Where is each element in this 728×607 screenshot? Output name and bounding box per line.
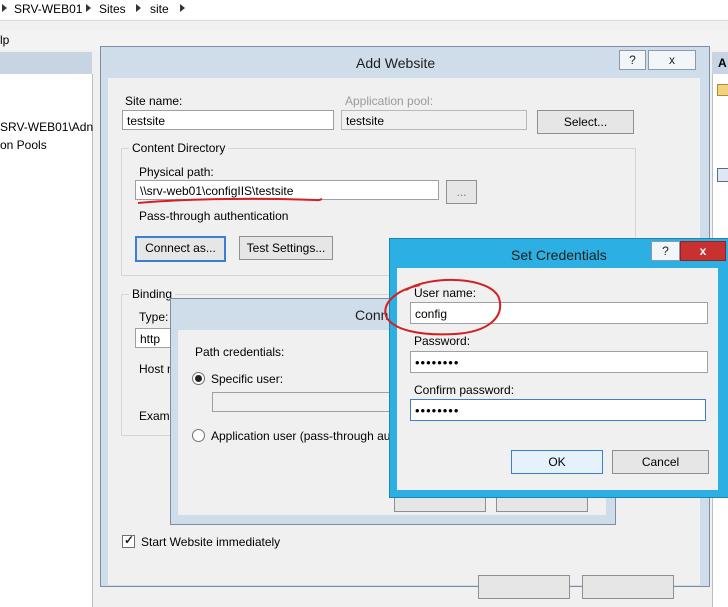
path-underline-annotation [137, 197, 323, 204]
annotation-overlay [137, 197, 502, 336]
user-name-circle-annotation [384, 278, 502, 336]
